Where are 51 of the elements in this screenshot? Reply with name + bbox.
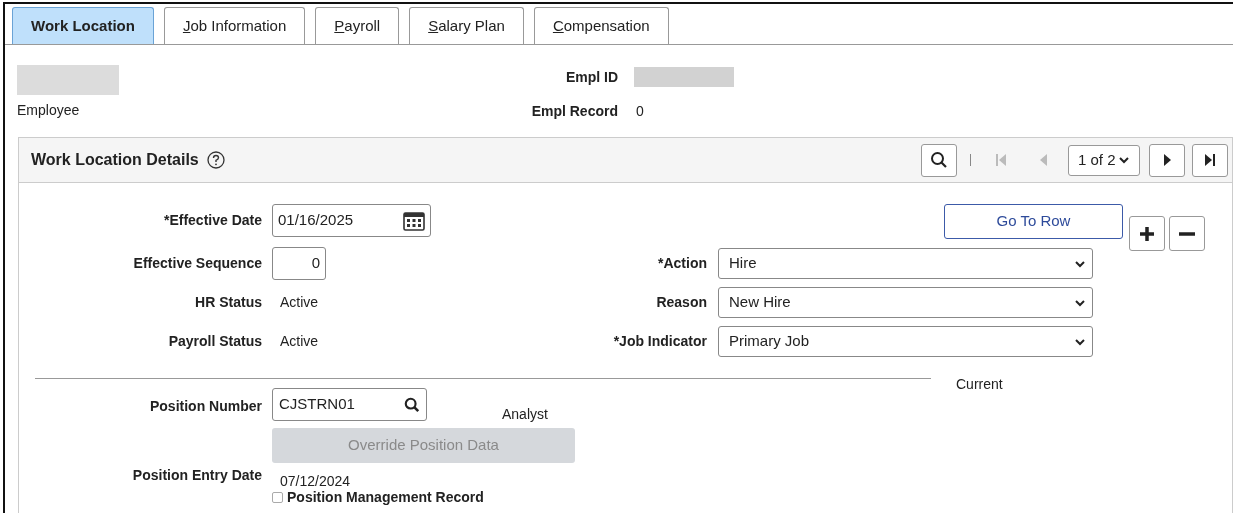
- field-label: *Job Indicator: [612, 332, 707, 351]
- last-button[interactable]: [1192, 143, 1228, 177]
- field-label: *Effective Date: [162, 211, 262, 230]
- caret-icon: [1074, 259, 1086, 268]
- checkbox[interactable]: [272, 491, 283, 503]
- last-icon: [1203, 152, 1217, 168]
- search-icon[interactable]: [404, 396, 420, 413]
- caret-icon: [1074, 337, 1086, 346]
- dropdown[interactable]: New Hire: [718, 287, 1093, 318]
- position-field[interactable]: CJSTRN01: [272, 388, 427, 421]
- minus-icon: [1179, 231, 1195, 236]
- caret-icon: [1118, 156, 1130, 164]
- plus-icon: [1138, 224, 1156, 243]
- field-label: Empl Record: [530, 101, 618, 121]
- caret-icon: [1074, 298, 1086, 307]
- dropdown[interactable]: Primary Job: [718, 326, 1093, 357]
- tab[interactable]: Salary Plan: [409, 7, 524, 44]
- field-value: 07/12/2024: [280, 473, 352, 489]
- tab[interactable]: Job Information: [163, 7, 306, 44]
- current-label: Current: [956, 375, 1003, 394]
- field-label: Empl ID: [564, 67, 618, 87]
- field-label: Effective Sequence: [132, 254, 262, 273]
- delete-row-button[interactable]: [1169, 216, 1205, 251]
- search-icon: [930, 151, 948, 169]
- field-value: 0: [636, 101, 644, 121]
- next-icon: [1162, 152, 1172, 168]
- tab[interactable]: Payroll: [315, 7, 400, 44]
- field-value: Active: [280, 333, 319, 349]
- field-label: HR Status: [194, 293, 262, 312]
- tab[interactable]: Compensation: [533, 7, 669, 44]
- next-button[interactable]: [1149, 143, 1185, 177]
- field-label: Reason: [655, 293, 707, 312]
- add-row-button[interactable]: [1129, 216, 1165, 251]
- field-label: *Action: [657, 254, 707, 273]
- calendar-icon[interactable]: [403, 210, 425, 231]
- field-label: Position Number: [149, 397, 262, 416]
- panel-title: Work Location Details: [31, 150, 199, 170]
- date-field[interactable]: 01/16/2025: [272, 204, 431, 237]
- field-value: Active: [280, 294, 319, 310]
- field-label: Payroll Status: [167, 332, 262, 351]
- row-selector[interactable]: 1 of 2: [1068, 144, 1140, 176]
- tab[interactable]: Work Location: [12, 7, 154, 44]
- checkbox-label: Position Management Record: [287, 489, 484, 505]
- dropdown[interactable]: Hire: [718, 248, 1093, 279]
- field-label: Position Entry Date: [131, 466, 262, 485]
- go-to-row-button[interactable]: Go To Row: [944, 204, 1123, 239]
- search-button[interactable]: [921, 143, 957, 177]
- position-description: Analyst: [502, 405, 548, 424]
- help-icon[interactable]: [206, 151, 225, 169]
- sequence-field[interactable]: 0: [272, 247, 326, 280]
- employee-label: Employee: [17, 103, 81, 117]
